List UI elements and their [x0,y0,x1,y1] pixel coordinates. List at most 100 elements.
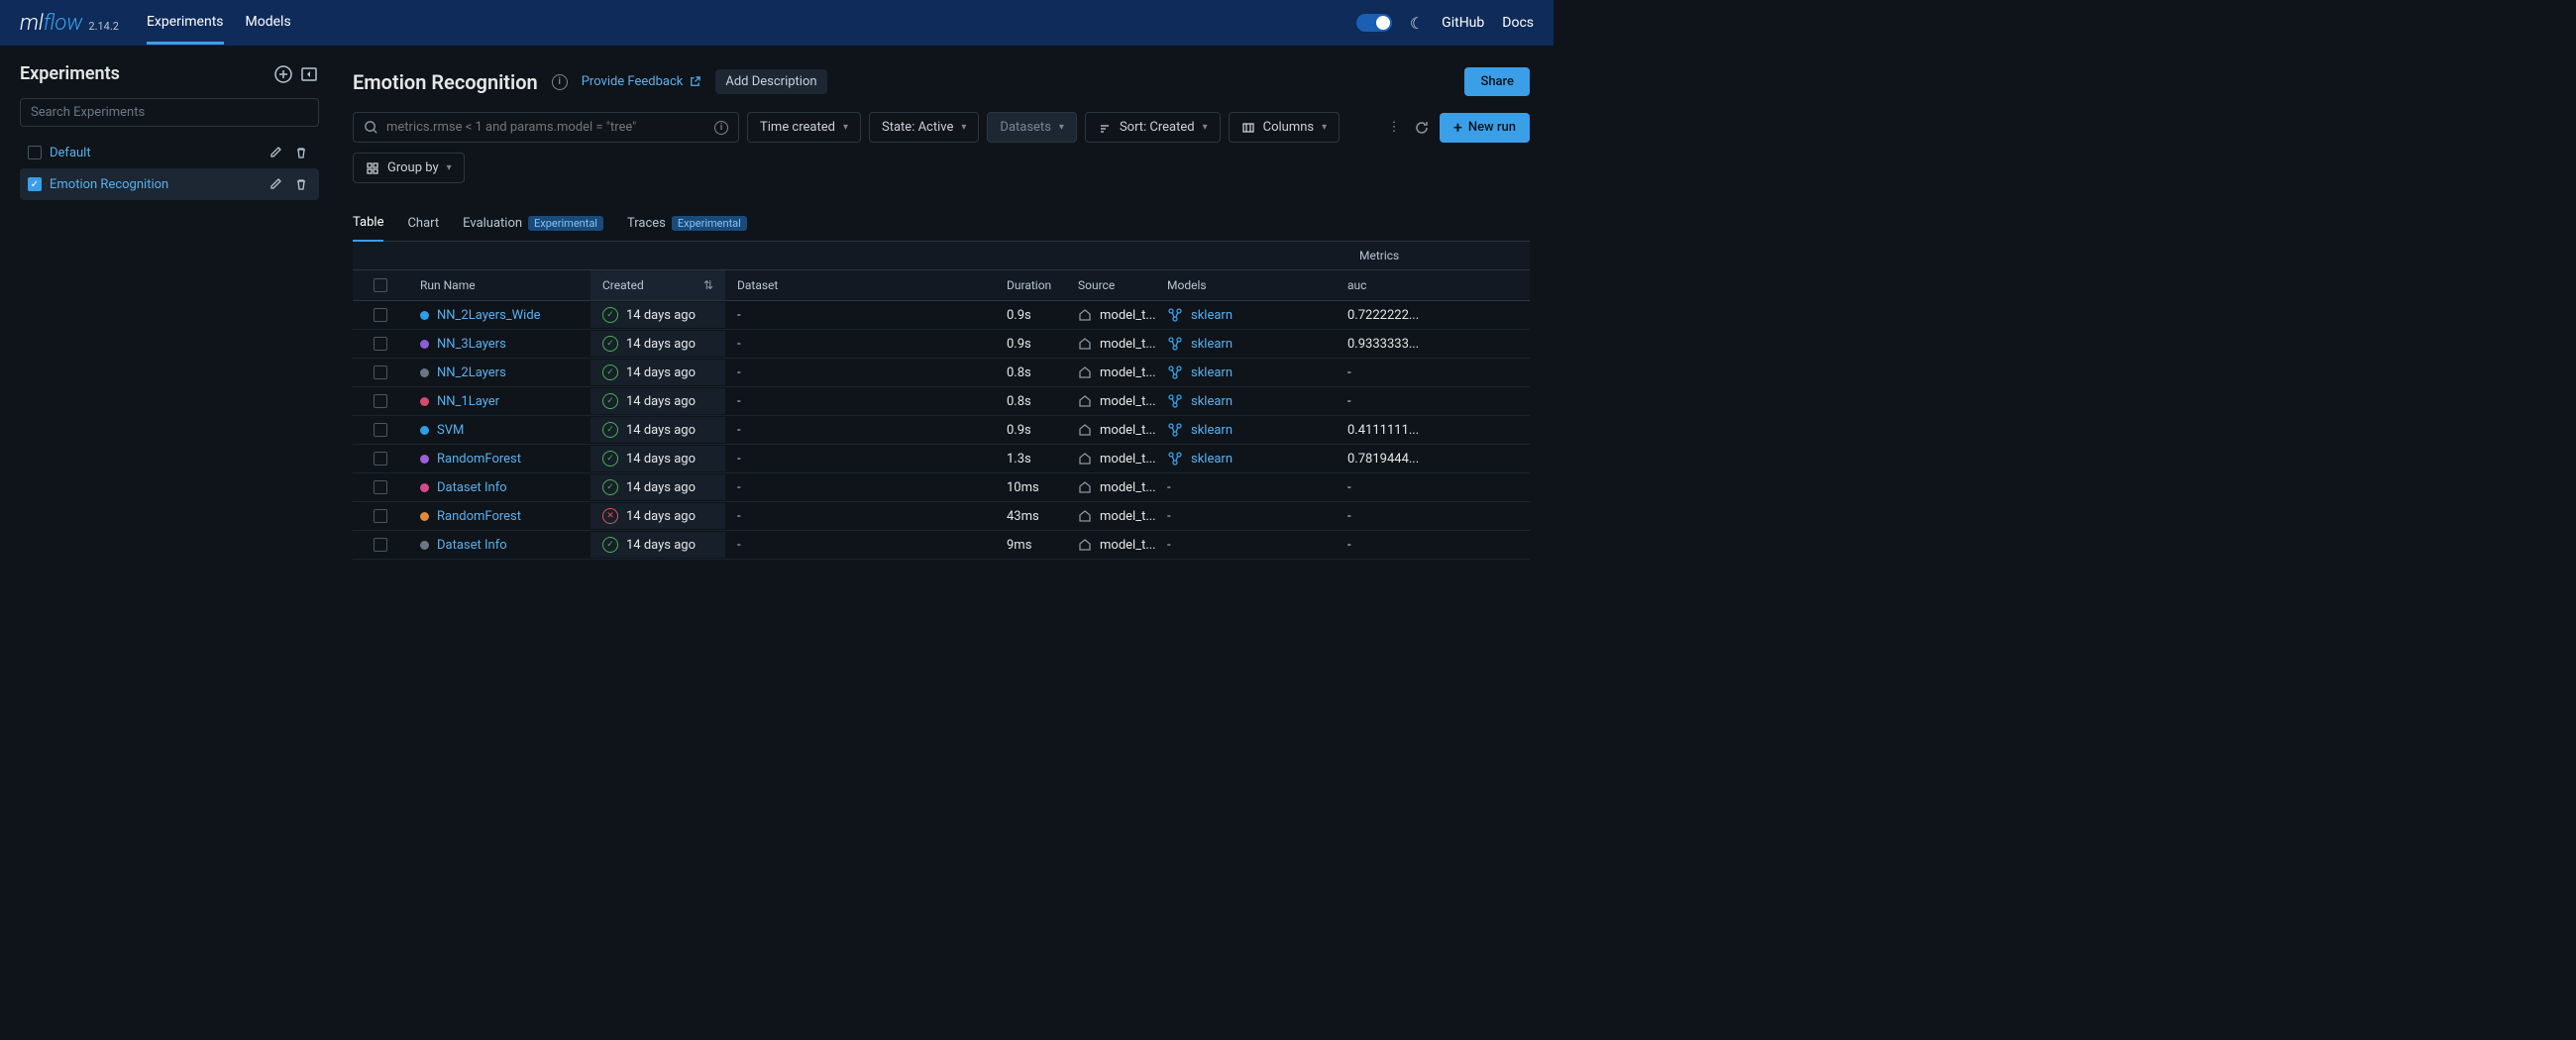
checkbox[interactable]: ✓ [28,177,42,191]
table-row[interactable]: RandomForest✓14 days ago-1.3smodel_t...s… [353,445,1530,473]
columns-filter[interactable]: Columns▾ [1229,112,1341,143]
run-name-link[interactable]: NN_2Layers [437,365,506,380]
row-checkbox[interactable] [374,480,387,494]
table-body: NN_2Layers_Wide✓14 days ago-0.9smodel_t.… [353,301,1530,560]
nav-models[interactable]: Models [246,2,291,45]
delete-icon[interactable] [291,143,311,162]
source-icon [1078,538,1092,552]
table-row[interactable]: NN_3Layers✓14 days ago-0.9smodel_t...skl… [353,330,1530,359]
tab-traces[interactable]: TracesExperimental [627,206,747,241]
tab-table[interactable]: Table [353,205,383,242]
sort-desc-icon: ⇅ [703,278,713,292]
add-description-button[interactable]: Add Description [715,69,826,94]
dataset-text: - [737,452,741,467]
col-duration[interactable]: Duration [995,270,1066,300]
chevron-down-icon: ▾ [961,122,966,133]
edit-icon[interactable] [266,143,285,162]
table-row[interactable]: NN_2Layers_Wide✓14 days ago-0.9smodel_t.… [353,301,1530,330]
collapse-sidebar-icon[interactable] [299,64,319,84]
feedback-link[interactable]: Provide Feedback [582,74,702,89]
run-name-link[interactable]: Dataset Info [437,538,507,553]
run-name-link[interactable]: NN_2Layers_Wide [437,308,541,323]
col-auc[interactable]: auc [1336,270,1425,300]
row-checkbox[interactable] [374,308,387,322]
run-dot [420,455,429,464]
docs-link[interactable]: Docs [1502,15,1534,31]
created-text: 14 days ago [626,308,696,323]
status-success-icon: ✓ [602,307,618,323]
model-link[interactable]: sklearn [1191,423,1233,438]
created-text: 14 days ago [626,337,696,352]
table-row[interactable]: Dataset Info✓14 days ago-9msmodel_t...-- [353,531,1530,560]
row-checkbox[interactable] [374,452,387,466]
add-experiment-icon[interactable] [273,64,293,84]
model-link[interactable]: sklearn [1191,337,1233,352]
tab-evaluation[interactable]: EvaluationExperimental [463,206,603,241]
model-link[interactable]: sklearn [1191,365,1233,380]
run-name-link[interactable]: NN_3Layers [437,337,506,352]
col-source[interactable]: Source [1066,270,1155,300]
search-experiments[interactable] [20,98,319,127]
run-name-link[interactable]: RandomForest [437,509,521,524]
tab-chart[interactable]: Chart [407,206,439,241]
sidebar-item-default[interactable]: Default [20,137,319,168]
row-checkbox[interactable] [374,394,387,408]
checkbox[interactable] [28,146,42,159]
edit-icon[interactable] [266,174,285,194]
row-checkbox[interactable] [374,509,387,523]
page-title: Emotion Recognition [353,70,538,94]
select-all-checkbox[interactable] [374,278,387,292]
topbar: ml flow 2.14.2 Experiments Models ☾ GitH… [0,0,1554,46]
table-row[interactable]: Dataset Info✓14 days ago-10msmodel_t...-… [353,473,1530,502]
table-row[interactable]: NN_2Layers✓14 days ago-0.8smodel_t...skl… [353,359,1530,387]
chevron-down-icon: ▾ [843,122,848,133]
model-link[interactable]: sklearn [1191,452,1233,467]
logo[interactable]: ml flow 2.14.2 [20,11,119,36]
runs-table: Metrics Run Name Created⇅ Dataset Durati… [353,242,1530,560]
info-icon[interactable]: i [552,74,568,90]
col-dataset[interactable]: Dataset [725,270,995,300]
nav-experiments[interactable]: Experiments [147,2,224,45]
share-button[interactable]: Share [1464,67,1530,96]
state-filter[interactable]: State: Active▾ [869,112,979,143]
run-name-link[interactable]: Dataset Info [437,480,507,495]
delete-icon[interactable] [291,174,311,194]
model-icon [1167,336,1183,352]
search-input[interactable] [31,105,308,120]
col-models[interactable]: Models [1155,270,1336,300]
experiment-link[interactable]: Default [50,146,258,160]
row-checkbox[interactable] [374,423,387,437]
kebab-icon[interactable]: ⋮ [1384,118,1404,138]
run-name-link[interactable]: SVM [437,423,464,438]
row-checkbox[interactable] [374,337,387,351]
col-created[interactable]: Created⇅ [590,270,725,300]
table-row[interactable]: NN_1Layer✓14 days ago-0.8smodel_t...skle… [353,387,1530,416]
info-icon[interactable]: i [714,121,728,135]
row-checkbox[interactable] [374,365,387,379]
run-name-link[interactable]: RandomForest [437,452,521,467]
filter-query[interactable]: i [353,112,739,143]
github-link[interactable]: GitHub [1442,15,1484,31]
groupby-filter[interactable]: Group by▾ [353,153,465,183]
filter-input[interactable] [386,120,714,135]
chevron-down-icon: ▾ [1203,122,1208,133]
new-run-button[interactable]: +New run [1440,113,1530,143]
run-name-link[interactable]: NN_1Layer [437,394,499,409]
model-link[interactable]: sklearn [1191,394,1233,409]
duration-text: 43ms [1007,509,1039,524]
model-link[interactable]: sklearn [1191,308,1233,323]
sidebar-item-emotion-recognition[interactable]: ✓ Emotion Recognition [20,168,319,200]
row-checkbox[interactable] [374,538,387,552]
table-row[interactable]: SVM✓14 days ago-0.9smodel_t...sklearn0.4… [353,416,1530,445]
table-row[interactable]: RandomForest✕14 days ago-43msmodel_t...-… [353,502,1530,531]
theme-toggle[interactable] [1356,14,1392,32]
col-run-name[interactable]: Run Name [408,270,590,300]
logo-flow: flow [44,11,83,36]
topbar-right: ☾ GitHub Docs [1356,14,1534,33]
sort-filter[interactable]: Sort: Created▾ [1085,112,1221,143]
run-dot [420,483,429,492]
experiment-link[interactable]: Emotion Recognition [50,177,258,192]
time-filter[interactable]: Time created▾ [747,112,861,143]
refresh-icon[interactable] [1412,118,1432,138]
datasets-filter[interactable]: Datasets▾ [987,112,1077,143]
